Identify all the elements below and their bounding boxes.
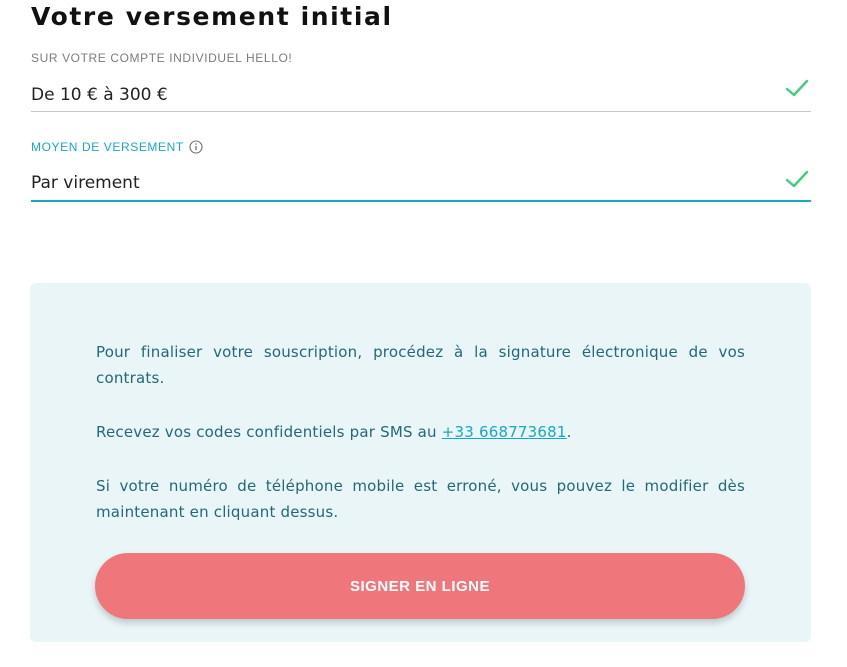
check-icon bbox=[785, 170, 809, 188]
page-title: Votre versement initial bbox=[31, 2, 393, 31]
info-icon[interactable] bbox=[189, 140, 203, 154]
sms-instruction-text: Recevez vos codes confidentiels par SMS … bbox=[96, 423, 442, 441]
payment-method-field[interactable]: MOYEN DE VERSEMENT Par virement bbox=[31, 138, 811, 202]
amount-field-underline bbox=[31, 111, 811, 112]
payment-method-underline bbox=[31, 200, 811, 202]
amount-field-label: SUR VOTRE COMPTE INDIVIDUEL HELLO! bbox=[31, 50, 292, 66]
payment-method-label: MOYEN DE VERSEMENT bbox=[31, 139, 203, 155]
payment-method-value[interactable]: Par virement bbox=[31, 172, 140, 194]
phone-number-link[interactable]: +33 668773681 bbox=[442, 423, 567, 441]
page: Votre versement initial SUR VOTRE COMPTE… bbox=[0, 0, 847, 667]
amount-field-value[interactable]: De 10 € à 300 € bbox=[31, 84, 168, 106]
phone-edit-instruction: Si votre numéro de téléphone mobile est … bbox=[96, 477, 745, 521]
amount-field-label-text: SUR VOTRE COMPTE INDIVIDUEL HELLO! bbox=[31, 51, 293, 65]
amount-field[interactable]: SUR VOTRE COMPTE INDIVIDUEL HELLO! De 10… bbox=[31, 50, 811, 112]
signature-info-panel: Pour finaliser votre souscription, procé… bbox=[30, 283, 811, 642]
finalize-instruction: Pour finaliser votre souscription, procé… bbox=[96, 343, 745, 387]
sign-online-button[interactable]: SIGNER EN LIGNE bbox=[95, 553, 745, 619]
sms-instruction-end: . bbox=[566, 423, 572, 441]
payment-method-label-text: MOYEN DE VERSEMENT bbox=[31, 140, 184, 154]
sms-instruction: Recevez vos codes confidentiels par SMS … bbox=[96, 419, 745, 445]
check-icon bbox=[785, 79, 809, 97]
